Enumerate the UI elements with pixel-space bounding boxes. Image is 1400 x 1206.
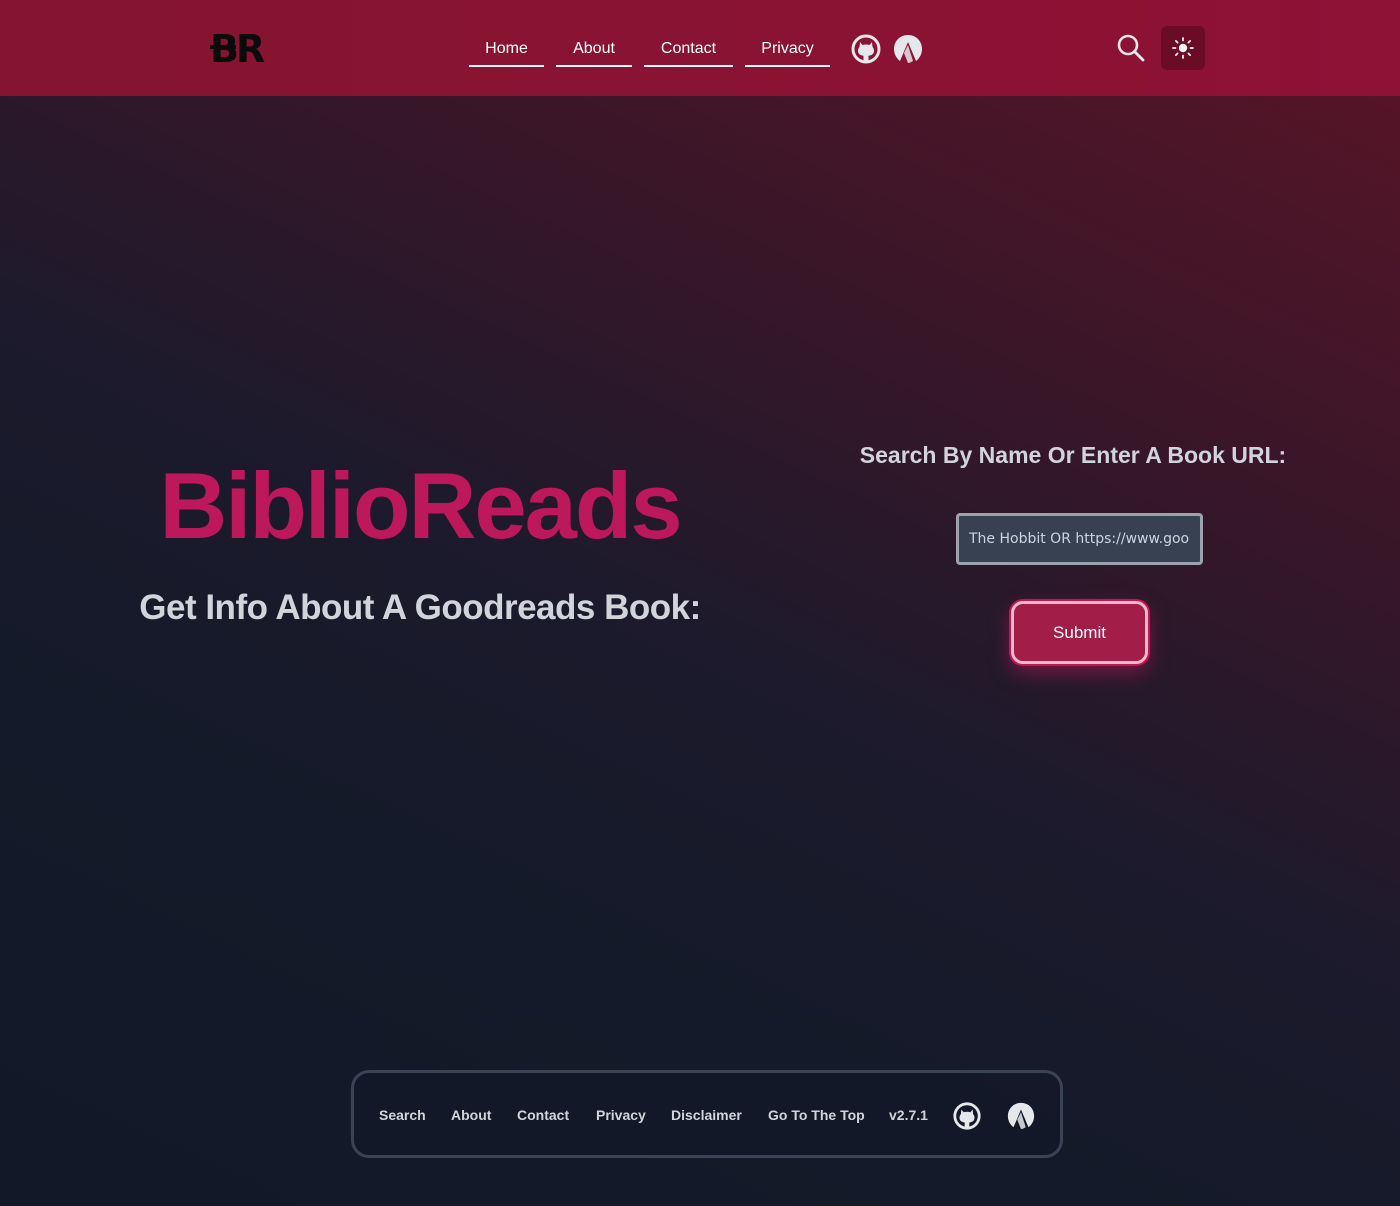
codeberg-icon[interactable] xyxy=(1006,1101,1036,1131)
footer-link-contact[interactable]: Contact xyxy=(517,1107,569,1123)
nav-home[interactable]: Home xyxy=(469,28,544,67)
book-search-input[interactable] xyxy=(956,513,1203,565)
footer-link-search[interactable]: Search xyxy=(379,1107,426,1123)
theme-toggle-button[interactable] xyxy=(1161,26,1205,70)
github-icon[interactable] xyxy=(952,1101,982,1131)
hero-tagline: Get Info About A Goodreads Book: xyxy=(139,588,701,627)
sun-icon xyxy=(1172,37,1194,59)
footer: Search About Contact Privacy Disclaimer … xyxy=(351,1070,1063,1158)
footer-link-about[interactable]: About xyxy=(451,1107,491,1123)
brand-title: BiblioReads xyxy=(159,453,682,558)
codeberg-icon[interactable] xyxy=(892,33,924,65)
github-icon[interactable] xyxy=(850,33,882,65)
footer-link-go-to-top[interactable]: Go To The Top xyxy=(768,1107,865,1123)
search-heading: Search By Name Or Enter A Book URL: xyxy=(859,442,1287,468)
biblioreads-logo[interactable]: BR xyxy=(208,26,276,70)
search-icon[interactable] xyxy=(1114,31,1148,65)
nav-about[interactable]: About xyxy=(556,28,632,67)
main-nav: Home About Contact Privacy xyxy=(469,28,830,67)
submit-button[interactable]: Submit xyxy=(1011,601,1148,664)
footer-link-disclaimer[interactable]: Disclaimer xyxy=(671,1107,742,1123)
nav-privacy[interactable]: Privacy xyxy=(745,28,830,67)
footer-version[interactable]: v2.7.1 xyxy=(889,1107,928,1123)
top-navbar: BR Home About Contact Privacy xyxy=(0,0,1400,96)
nav-contact[interactable]: Contact xyxy=(644,28,733,67)
footer-link-privacy[interactable]: Privacy xyxy=(596,1107,646,1123)
